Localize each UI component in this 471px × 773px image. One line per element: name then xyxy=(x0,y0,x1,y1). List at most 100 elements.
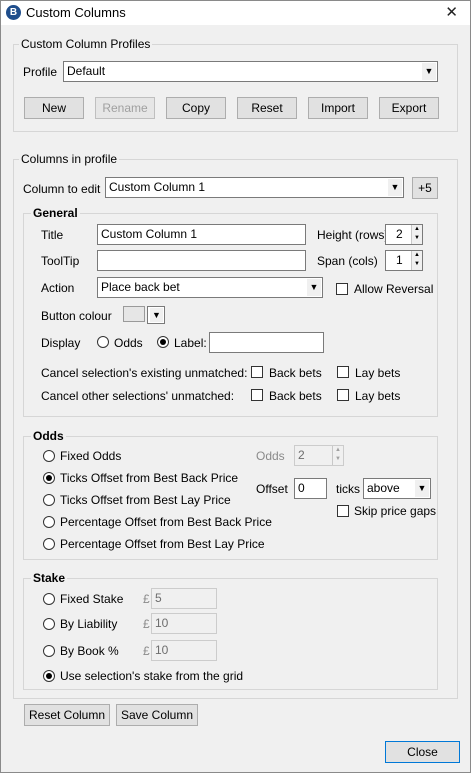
odds-option-label-2: Ticks Offset from Best Lay Price xyxy=(60,493,231,507)
stake-book-radio[interactable] xyxy=(43,645,55,657)
stake-liability-radio[interactable] xyxy=(43,618,55,630)
title-bar: B Custom Columns ✕ xyxy=(1,1,470,25)
close-window-icon[interactable]: ✕ xyxy=(445,3,458,21)
save-column-button[interactable]: Save Column xyxy=(116,704,198,726)
stake-book-input[interactable]: 10 xyxy=(151,640,217,661)
action-label: Action xyxy=(41,281,75,295)
general-group-label: General xyxy=(31,206,80,220)
allow-reversal-label: Allow Reversal xyxy=(354,282,434,296)
add-five-columns-button[interactable]: +5 xyxy=(412,177,438,199)
app-icon: B xyxy=(6,5,21,20)
cancel-existing-label: Cancel selection's existing unmatched: xyxy=(41,366,248,380)
reset-profile-button[interactable]: Reset xyxy=(237,97,297,119)
import-profile-button[interactable]: Import xyxy=(308,97,368,119)
spin-buttons[interactable]: ▲ ▼ xyxy=(411,225,422,244)
cancel-existing-lay-label: Lay bets xyxy=(355,366,401,380)
odds-value-stepper[interactable]: 2 ▲ ▼ xyxy=(294,445,344,466)
reset-column-button[interactable]: Reset Column xyxy=(24,704,110,726)
display-odds-label: Odds xyxy=(114,336,143,350)
tooltip-label: ToolTip xyxy=(41,254,80,268)
action-select-value: Place back bet xyxy=(101,280,180,294)
export-profile-button[interactable]: Export xyxy=(379,97,439,119)
profiles-group-label: Custom Column Profiles xyxy=(19,37,153,51)
cancel-other-lay-label: Lay bets xyxy=(355,389,401,403)
skip-price-gaps-label: Skip price gaps xyxy=(354,504,437,518)
span-label: Span (cols) xyxy=(317,254,378,268)
spin-up-icon[interactable]: ▲ xyxy=(412,251,422,260)
close-button[interactable]: Close xyxy=(385,741,460,763)
cancel-other-back-label: Back bets xyxy=(269,389,322,403)
currency-symbol: £ xyxy=(143,592,150,606)
odds-option-label-3: Percentage Offset from Best Back Price xyxy=(60,515,272,529)
cancel-existing-back-checkbox[interactable] xyxy=(251,366,263,378)
title-label: Title xyxy=(41,228,64,242)
column-to-edit-value: Custom Column 1 xyxy=(109,180,206,194)
spin-buttons[interactable]: ▲ ▼ xyxy=(332,446,343,465)
span-value: 1 xyxy=(396,253,403,267)
tick-direction-value: above xyxy=(367,481,400,495)
odds-option-radio-2[interactable] xyxy=(43,494,55,506)
height-stepper[interactable]: 2 ▲ ▼ xyxy=(385,224,423,245)
stake-liability-input[interactable]: 10 xyxy=(151,613,217,634)
spin-down-icon[interactable]: ▼ xyxy=(333,455,343,464)
offset-input[interactable]: 0 xyxy=(294,478,327,499)
title-input[interactable]: Custom Column 1 xyxy=(97,224,306,245)
odds-option-label-0: Fixed Odds xyxy=(60,449,122,463)
dropdown-arrow-icon: ▼ xyxy=(149,308,163,322)
display-odds-radio[interactable] xyxy=(97,336,109,348)
dropdown-arrow-icon: ▼ xyxy=(414,480,429,497)
stake-group-label: Stake xyxy=(31,571,68,585)
column-to-edit-label: Column to edit xyxy=(23,182,101,196)
new-profile-button[interactable]: New xyxy=(24,97,84,119)
odds-option-radio-0[interactable] xyxy=(43,450,55,462)
odds-option-radio-4[interactable] xyxy=(43,538,55,550)
label-input[interactable] xyxy=(209,332,324,353)
dropdown-arrow-icon: ▼ xyxy=(387,179,402,196)
button-colour-swatch[interactable] xyxy=(123,306,145,322)
spin-buttons[interactable]: ▲ ▼ xyxy=(411,251,422,270)
action-select[interactable]: Place back bet ▼ xyxy=(97,277,323,298)
spin-up-icon[interactable]: ▲ xyxy=(333,446,343,455)
profile-select[interactable]: Default ▼ xyxy=(63,61,438,82)
colour-picker-dropdown[interactable]: ▼ xyxy=(147,306,165,324)
odds-option-radio-1[interactable] xyxy=(43,472,55,484)
allow-reversal-checkbox[interactable] xyxy=(336,283,348,295)
odds-value: 2 xyxy=(298,448,305,462)
stake-use-grid-radio[interactable] xyxy=(43,670,55,682)
skip-price-gaps-checkbox[interactable] xyxy=(337,505,349,517)
ticks-label: ticks xyxy=(336,482,360,496)
odds-value-label: Odds xyxy=(256,449,285,463)
spin-up-icon[interactable]: ▲ xyxy=(412,225,422,234)
profile-select-value: Default xyxy=(67,64,106,78)
display-label-radio[interactable] xyxy=(157,336,169,348)
profile-label: Profile xyxy=(23,65,58,79)
cancel-existing-lay-checkbox[interactable] xyxy=(337,366,349,378)
button-colour-label: Button colour xyxy=(41,309,112,323)
stake-liability-label: By Liability xyxy=(60,617,118,631)
cancel-other-lay-checkbox[interactable] xyxy=(337,389,349,401)
copy-profile-button[interactable]: Copy xyxy=(166,97,226,119)
stake-use-grid-label: Use selection's stake from the grid xyxy=(60,669,244,683)
stake-fixed-radio[interactable] xyxy=(43,593,55,605)
stake-book-label: By Book % xyxy=(60,644,119,658)
tick-direction-select[interactable]: above ▼ xyxy=(363,478,431,499)
tooltip-input[interactable] xyxy=(97,250,306,271)
dropdown-arrow-icon: ▼ xyxy=(306,279,321,296)
cancel-other-back-checkbox[interactable] xyxy=(251,389,263,401)
spin-down-icon[interactable]: ▼ xyxy=(412,234,422,243)
custom-columns-window: B Custom Columns ✕ Custom Column Profile… xyxy=(0,0,471,773)
span-stepper[interactable]: 1 ▲ ▼ xyxy=(385,250,423,271)
currency-symbol: £ xyxy=(143,617,150,631)
currency-symbol: £ xyxy=(143,644,150,658)
height-value: 2 xyxy=(396,227,403,241)
columns-group-label: Columns in profile xyxy=(19,152,120,166)
stake-fixed-input[interactable]: 5 xyxy=(151,588,217,609)
rename-profile-button[interactable]: Rename xyxy=(95,97,155,119)
cancel-other-label: Cancel other selections' unmatched: xyxy=(41,389,235,403)
column-to-edit-select[interactable]: Custom Column 1 ▼ xyxy=(105,177,404,198)
height-label: Height (rows) xyxy=(317,228,389,242)
spin-down-icon[interactable]: ▼ xyxy=(412,260,422,269)
odds-option-radio-3[interactable] xyxy=(43,516,55,528)
odds-option-label-1: Ticks Offset from Best Back Price xyxy=(60,471,239,485)
offset-label: Offset xyxy=(256,482,288,496)
